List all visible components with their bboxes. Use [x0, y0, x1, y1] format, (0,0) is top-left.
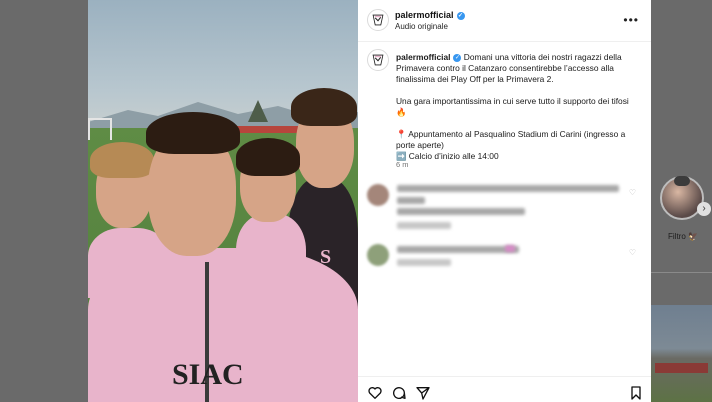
bookmark-icon	[631, 386, 641, 400]
author-username[interactable]: palermofficial ✓	[395, 10, 465, 20]
jersey-logo-front: SIAC	[172, 358, 244, 391]
verified-badge-icon: ✓	[456, 12, 465, 20]
goal-post	[88, 118, 112, 140]
post-caption: palermofficial ✓ Domani una vittoria dei …	[396, 52, 634, 162]
player-front-hair	[146, 112, 240, 154]
post-header: palermofficial ✓ Audio originale •••	[358, 0, 651, 42]
verified-badge-icon: ✓	[453, 54, 462, 62]
blurred-text	[397, 259, 451, 266]
blurred-text	[397, 208, 525, 215]
comment-like-icon[interactable]: ♡	[629, 188, 636, 197]
story-label[interactable]: Filtro 🦅	[668, 232, 698, 241]
like-button[interactable]	[367, 385, 383, 401]
caption-text-2: Una gara importantissima in cui serve tu…	[396, 96, 629, 117]
palermo-logo-icon	[372, 54, 384, 66]
divider	[651, 272, 712, 273]
post-media[interactable]: S SIAC	[88, 0, 358, 402]
comment-avatar[interactable]	[367, 184, 389, 206]
save-button[interactable]	[628, 385, 644, 401]
comment-like-icon[interactable]: ♡	[629, 248, 636, 257]
post-actions	[358, 376, 651, 402]
story-badge	[674, 176, 690, 186]
comment-avatar[interactable]	[367, 244, 389, 266]
blurred-text	[397, 222, 451, 229]
caption-username[interactable]: palermofficial	[396, 52, 450, 62]
share-icon	[416, 387, 430, 400]
blurred-text	[397, 246, 519, 253]
player-left-hair	[90, 142, 154, 178]
blurred-text	[397, 197, 425, 204]
blurred-text	[397, 185, 619, 192]
share-button[interactable]	[415, 385, 431, 401]
caption-avatar[interactable]	[367, 49, 389, 71]
heart-icon	[368, 387, 382, 399]
comment-button[interactable]	[391, 385, 407, 401]
post-panel: palermofficial ✓ Audio originale ••• pale…	[358, 0, 651, 402]
blurred-text	[505, 245, 515, 252]
post-timestamp[interactable]: 6 m	[396, 160, 409, 169]
author-avatar[interactable]	[367, 9, 389, 31]
feed-thumbnail[interactable]	[651, 305, 712, 402]
caption-text-4: ➡️ Calcio d’inizio alle 14:00	[396, 151, 499, 161]
next-stories-icon[interactable]: ›	[697, 202, 711, 216]
player-right-hair	[291, 88, 357, 126]
player-middle-hair	[236, 138, 300, 176]
palermo-logo-icon	[372, 14, 384, 26]
author-username-text[interactable]: palermofficial	[395, 10, 454, 20]
caption-text-3: 📍 Appuntamento al Pasqualino Stadium di …	[396, 129, 626, 150]
more-options-icon[interactable]: •••	[623, 13, 639, 27]
comment-icon	[393, 387, 406, 399]
audio-label[interactable]: Audio originale	[395, 22, 448, 31]
